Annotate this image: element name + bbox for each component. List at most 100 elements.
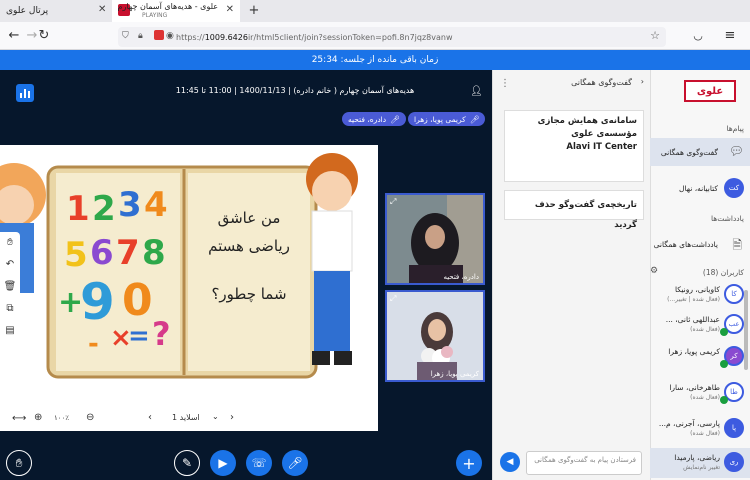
bookmark-star-icon[interactable]: ☆ xyxy=(650,29,660,42)
user-name: طاهرخانی، سارا xyxy=(669,383,720,392)
microphone-permission-icon[interactable]: ◉ xyxy=(166,31,174,41)
tab-active-session[interactable]: علوی - هدیه‌های آسمان چهارم PLAYING ✕ xyxy=(112,0,240,22)
phone-icon: ☏ xyxy=(251,456,267,470)
video-feed xyxy=(387,195,483,283)
sidebar-item-shared-notes[interactable]: 🗎︎ یادداشت‌های همگانی xyxy=(650,230,750,258)
video-participant-name: کریمی پویا، زهرا xyxy=(430,370,479,378)
user-list-item[interactable]: عب عبداللهی ثانی، ... (فعال شده) xyxy=(650,310,750,340)
sidebar-item-public-chat[interactable]: 💬︎ گفت‌وگوی همگانی xyxy=(650,138,750,166)
zoom-out-icon[interactable]: ⊖ xyxy=(86,412,94,423)
slide-text-line-3: شما چطور؟ xyxy=(211,285,287,303)
microphone-active-icon xyxy=(720,396,728,404)
slide-illustration xyxy=(0,153,358,379)
close-tab-icon[interactable]: ✕ xyxy=(98,4,106,15)
next-slide-icon[interactable]: › xyxy=(230,412,234,423)
slide-text-line-2: ریاضی هستم xyxy=(208,237,290,255)
user-name: ریاضی، پارمیدا xyxy=(674,453,720,462)
avatar: کا xyxy=(724,284,744,304)
avatar: ری xyxy=(724,452,744,472)
session-remaining-time: زمان باقی مانده از جلسه: 25:34 xyxy=(311,55,439,65)
user-status: (فعال شده) xyxy=(690,394,720,401)
video-feed xyxy=(387,292,483,380)
url-path: ir/html5client/join?sessionToken=pofi.8n… xyxy=(247,32,453,42)
slide-text-line-1: من عاشق xyxy=(217,209,281,227)
talking-indicator-karimi[interactable]: 🎤︎ کریمی پویا، زهرا xyxy=(408,112,486,126)
multi-user-icon[interactable]: ⧉ xyxy=(3,302,17,316)
chat-welcome-message: سامانه‌ی همایش مجازی مؤسسه‌ی علوی Alavi … xyxy=(504,110,644,182)
alavi-logo: علوی xyxy=(684,80,736,102)
users-section-title: کاربران (18) xyxy=(702,268,744,277)
raise-hand-button[interactable]: ✋︎ xyxy=(6,450,32,476)
chevron-left-icon[interactable]: ‹ xyxy=(641,77,644,86)
talking-indicator-dadreh[interactable]: 🎤︎ دادره، فتحیه xyxy=(342,112,406,126)
avatar: کت xyxy=(724,178,744,198)
delete-icon[interactable]: 🗑︎ xyxy=(3,280,17,294)
slide-symbol: ÷ xyxy=(68,341,69,342)
expand-video-icon[interactable]: ⤢ xyxy=(390,294,396,304)
new-tab-icon[interactable]: + xyxy=(246,3,262,19)
user-list-item[interactable]: پا پارسی، آجرنی، م... (فعال شده) xyxy=(650,414,750,444)
slide-symbol: ? xyxy=(152,315,171,353)
user-list-item[interactable]: کا کاویانی، رونیکا (فعال شده | تغییر...) xyxy=(650,280,750,310)
user-name: پارسی، آجرنی، م... xyxy=(658,419,720,428)
camera-permission-icon[interactable] xyxy=(154,30,164,40)
shared-notes-label: یادداشت‌های همگانی xyxy=(653,239,718,249)
toggle-camera-button[interactable]: ▶︎ xyxy=(210,450,236,476)
user-list-toggle-icon[interactable]: 👤︎ xyxy=(470,86,483,97)
notes-icon: 🗎︎ xyxy=(732,238,742,252)
url-host: 1009.6426 xyxy=(204,32,248,42)
fit-width-icon[interactable]: ⟷ xyxy=(12,413,26,424)
toggle-microphone-button[interactable]: 🎤︎ xyxy=(282,450,308,476)
actions-plus-button[interactable]: + xyxy=(456,450,482,476)
chart-tool-icon[interactable]: ▤ xyxy=(3,324,17,338)
chat-message-input[interactable]: فرستادن پیام به گفت‌وگوی همگانی xyxy=(526,451,642,475)
tab-title: علوی - هدیه‌های آسمان چهارم xyxy=(117,2,218,11)
video-tile-dadreh[interactable]: ⤢ دادره، فتحیه xyxy=(385,193,485,285)
chevron-down-icon[interactable]: ⌄ xyxy=(212,412,219,421)
reload-icon[interactable]: ↻ xyxy=(36,28,52,44)
microphone-icon: 🎤︎ xyxy=(390,114,400,124)
current-user-name: کتابیانه، نهال xyxy=(679,183,718,193)
more-options-icon[interactable]: ⋮ xyxy=(500,78,510,89)
tab-playing-label: PLAYING xyxy=(142,12,168,19)
close-tab-icon[interactable]: ✕ xyxy=(226,4,234,15)
undo-icon[interactable]: ↶ xyxy=(3,258,17,272)
zoom-in-icon[interactable]: ⊕ xyxy=(34,412,42,423)
hand-icon: ✋︎ xyxy=(15,455,23,470)
public-chat-label: گفت‌وگوی همگانی xyxy=(660,147,718,157)
session-title: هدیه‌های آسمان چهارم ( خانم دادره) | 140… xyxy=(175,86,415,95)
zoom-level: ۱۰۰٪ xyxy=(54,414,70,422)
chat-bubble-icon: 💬︎ xyxy=(728,144,744,158)
user-status: (فعال شده) xyxy=(690,430,720,437)
screen-annotate-button[interactable]: ✎ xyxy=(174,450,200,476)
gear-icon[interactable]: ⚙ xyxy=(650,266,658,276)
browser-tab-bar: پرتال علوی ✕ علوی - هدیه‌های آسمان چهارم… xyxy=(0,0,750,22)
url-bar[interactable]: ⛉ 🔒︎ ◉ https:// 1009.6426 ir/html5client… xyxy=(118,27,666,47)
tab-alavi-portal[interactable]: پرتال علوی xyxy=(0,0,112,22)
slide-selector[interactable]: اسلاید 1 xyxy=(172,413,200,422)
send-icon: ◀ xyxy=(506,457,514,467)
user-list-item[interactable]: ری ریاضی، پارمیدا تغییر نام‌نمایش xyxy=(650,448,750,478)
plus-icon: + xyxy=(462,453,476,473)
send-message-button[interactable]: ◀ xyxy=(500,452,520,472)
user-status: تغییر نام‌نمایش xyxy=(683,464,720,471)
leave-audio-button[interactable]: ☏ xyxy=(246,450,272,476)
user-list-scrollbar[interactable] xyxy=(744,290,748,370)
annotation-toolbar: ✋︎ ↶ 🗑︎ ⧉ ▤ xyxy=(0,232,20,352)
hand-tool-icon[interactable]: ✋︎ xyxy=(3,236,17,250)
lock-icon[interactable]: 🔒︎ xyxy=(138,31,143,41)
shield-icon[interactable]: ⛉ xyxy=(122,31,129,41)
user-list-item[interactable]: طا طاهرخانی، سارا (فعال شده) xyxy=(650,378,750,408)
camera-icon: ▶︎ xyxy=(218,456,228,470)
video-tile-karimi[interactable]: ⤢ کریمی پویا، زهرا xyxy=(385,290,485,382)
expand-video-icon[interactable]: ⤢ xyxy=(390,197,396,207)
stats-icon[interactable] xyxy=(16,84,34,102)
microphone-active-icon xyxy=(720,328,728,336)
menu-icon[interactable]: ≡ xyxy=(722,28,738,44)
pocket-icon[interactable]: ◡ xyxy=(690,28,706,44)
slide-number: 8 xyxy=(142,233,166,273)
user-list-item[interactable]: کر کریمی پویا، زهرا xyxy=(650,342,750,372)
sidebar-item-current-user[interactable]: کت کتابیانه، نهال xyxy=(650,174,750,202)
back-icon[interactable]: ← xyxy=(6,28,22,44)
previous-slide-icon[interactable]: ‹ xyxy=(148,412,152,423)
